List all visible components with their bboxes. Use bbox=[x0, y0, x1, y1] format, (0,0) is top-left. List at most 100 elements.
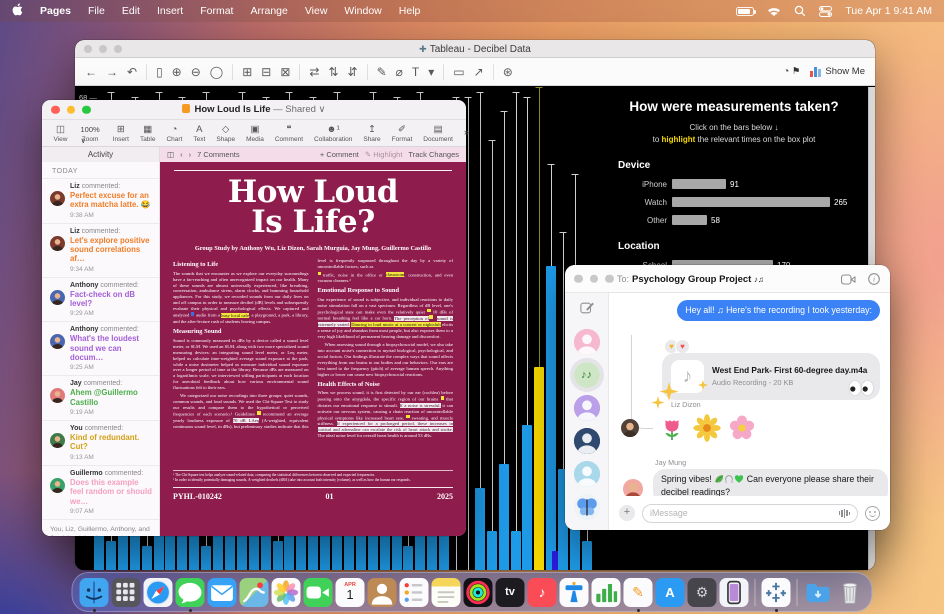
box-plot-column[interactable] bbox=[486, 87, 498, 570]
toolbar-collaboration-button[interactable]: ☻¹Collaboration bbox=[314, 124, 352, 143]
box-plot-column[interactable] bbox=[510, 87, 522, 570]
menu-item-format[interactable]: Format bbox=[200, 5, 233, 17]
dock-iphone-mirroring[interactable] bbox=[720, 578, 749, 607]
control-center-icon[interactable] bbox=[819, 6, 832, 17]
box-plot-column[interactable] bbox=[533, 87, 545, 570]
dock-messages[interactable] bbox=[176, 578, 205, 607]
toolbar-document-button[interactable]: ▤Document bbox=[423, 124, 453, 143]
tableau-tool-button[interactable]: ⊛ bbox=[503, 66, 513, 78]
minimize-button[interactable] bbox=[99, 45, 107, 53]
add-attachment-button[interactable]: + bbox=[619, 505, 635, 521]
toolbar-chart-button[interactable]: ◔Chart bbox=[166, 124, 182, 143]
audio-message-icon[interactable] bbox=[839, 509, 851, 518]
menu-bar-clock[interactable]: Tue Apr 1 9:41 AM bbox=[845, 5, 932, 17]
dock-music[interactable]: ♪ bbox=[528, 578, 557, 607]
compose-button[interactable] bbox=[580, 301, 594, 320]
menu-item-edit[interactable]: Edit bbox=[122, 5, 140, 17]
dock-downloads[interactable] bbox=[804, 578, 833, 607]
box-plot-column[interactable] bbox=[521, 87, 533, 570]
dock-reminders[interactable] bbox=[400, 578, 429, 607]
close-button[interactable] bbox=[51, 105, 60, 114]
apple-menu[interactable] bbox=[12, 3, 23, 19]
comment-item[interactable]: Liz commented: Let's explore positive so… bbox=[42, 223, 159, 277]
tableau-tool-button[interactable]: ▯ bbox=[156, 66, 163, 78]
menu-item-arrange[interactable]: Arrange bbox=[250, 5, 287, 17]
toolbar-zoom-button[interactable]: 100% ∨Zoom bbox=[78, 124, 101, 143]
toolbar-more-button[interactable]: » bbox=[464, 127, 469, 139]
toolbar-comment-button[interactable]: ❝Comment bbox=[275, 124, 303, 143]
menu-item-view[interactable]: View bbox=[305, 5, 328, 17]
toolbar-shape-button[interactable]: ◇Shape bbox=[216, 124, 235, 143]
search-icon[interactable] bbox=[794, 5, 806, 17]
imessage-input[interactable]: iMessage bbox=[642, 504, 858, 523]
track-changes-button[interactable]: Track Changes bbox=[408, 150, 459, 159]
comment-item[interactable]: Jay commented: Ahem @Guillermo Castillo … bbox=[42, 375, 159, 420]
menu-item-insert[interactable]: Insert bbox=[157, 5, 183, 17]
tableau-extra-tools[interactable]: ◔ ⚑ bbox=[783, 67, 800, 77]
tableau-titlebar[interactable]: ✚Tableau - Decibel Data bbox=[75, 40, 875, 58]
dock-keynote[interactable] bbox=[560, 578, 589, 607]
bar-watch[interactable] bbox=[672, 197, 830, 207]
audio-attachment-bubble[interactable]: ♪ West End Park- First 60-degree day.m4a… bbox=[662, 353, 880, 400]
tableau-tool-button[interactable]: ← bbox=[85, 66, 97, 78]
messages-titlebar[interactable]: To:Psychology Group Project ♪♫ i bbox=[565, 265, 890, 293]
zoom-button[interactable] bbox=[114, 45, 122, 53]
tableau-tool-button[interactable]: ↶ bbox=[127, 66, 137, 78]
battery-icon[interactable] bbox=[736, 7, 754, 16]
highlight-button[interactable]: ✎ Highlight bbox=[365, 150, 403, 159]
sidebar-toggle-icon[interactable]: ◫ bbox=[167, 150, 174, 159]
box-plot-column[interactable] bbox=[474, 87, 486, 570]
minimize-button[interactable] bbox=[590, 274, 599, 283]
dock-photos[interactable] bbox=[272, 578, 301, 607]
tulip-sticker[interactable] bbox=[657, 413, 687, 448]
box-plot-column[interactable] bbox=[545, 87, 557, 570]
show-me-button[interactable]: Show Me bbox=[810, 66, 865, 77]
comment-item[interactable]: Guillermo commented: Does this example f… bbox=[42, 465, 159, 519]
tableau-tool-button[interactable]: ✎ bbox=[377, 66, 387, 78]
tableau-tool-button[interactable]: ⇅ bbox=[328, 66, 338, 78]
toolbar-share-button[interactable]: ↥Share bbox=[363, 124, 380, 143]
close-button[interactable] bbox=[574, 274, 583, 283]
dock-fitness[interactable] bbox=[464, 578, 493, 607]
dock-notes[interactable] bbox=[432, 578, 461, 607]
tableau-tool-button[interactable]: T bbox=[412, 66, 419, 78]
conversation-avatar-sky[interactable] bbox=[574, 461, 600, 487]
tableau-tool-button[interactable]: ⊞ bbox=[242, 66, 252, 78]
dock-facetime[interactable] bbox=[304, 578, 333, 607]
dock-finder[interactable] bbox=[80, 578, 109, 607]
conversation-avatar-purple[interactable] bbox=[574, 395, 600, 421]
comment-item[interactable]: You commented: Kind of redundant. Cut? 9… bbox=[42, 420, 159, 465]
dock-safari[interactable] bbox=[144, 578, 173, 607]
comment-item[interactable]: Anthony commented: What's the loudest so… bbox=[42, 321, 159, 375]
box-plot-column[interactable] bbox=[498, 87, 510, 570]
dock-tableau-app[interactable] bbox=[762, 578, 791, 607]
prev-comment-button[interactable]: ‹ bbox=[180, 150, 183, 159]
dock-pages-app[interactable]: ✎ bbox=[624, 578, 653, 607]
tableau-tool-button[interactable]: ⇄ bbox=[309, 66, 319, 78]
toolbar-view-button[interactable]: ◫View bbox=[54, 124, 68, 143]
red-heart-tapback[interactable]: ♥ bbox=[675, 339, 690, 354]
close-button[interactable] bbox=[84, 45, 92, 53]
yellow-blossom-sticker[interactable] bbox=[692, 413, 722, 448]
bar-other[interactable] bbox=[672, 215, 707, 225]
dock-system-settings[interactable]: ⚙ bbox=[688, 578, 717, 607]
tableau-tool-button[interactable]: ⊟ bbox=[261, 66, 271, 78]
app-menu-pages[interactable]: Pages bbox=[40, 5, 71, 17]
toolbar-media-button[interactable]: ▣Media bbox=[246, 124, 264, 143]
toolbar-text-button[interactable]: AText bbox=[193, 124, 205, 143]
comment-item[interactable]: Anthony commented: Fact-check on dB leve… bbox=[42, 277, 159, 322]
tableau-tool-button[interactable]: ⌀ bbox=[396, 66, 403, 78]
menu-item-file[interactable]: File bbox=[88, 5, 105, 17]
tableau-tool-button[interactable]: ⊠ bbox=[280, 66, 290, 78]
next-comment-button[interactable]: › bbox=[189, 150, 192, 159]
tableau-tool-button[interactable]: ▾ bbox=[428, 66, 434, 78]
tableau-tool-button[interactable]: ⊕ bbox=[172, 66, 182, 78]
info-button[interactable]: i bbox=[868, 272, 880, 290]
pink-blossom-sticker[interactable] bbox=[727, 413, 757, 448]
toolbar-format-button[interactable]: ✐Format bbox=[392, 124, 413, 143]
conversation-avatar-navy[interactable] bbox=[574, 428, 600, 454]
tableau-tool-button[interactable]: → bbox=[106, 66, 118, 78]
wifi-icon[interactable] bbox=[767, 6, 781, 17]
facetime-video-button[interactable] bbox=[841, 272, 856, 290]
comment-item[interactable]: Liz commented: Perfect excuse for an ext… bbox=[42, 178, 159, 223]
